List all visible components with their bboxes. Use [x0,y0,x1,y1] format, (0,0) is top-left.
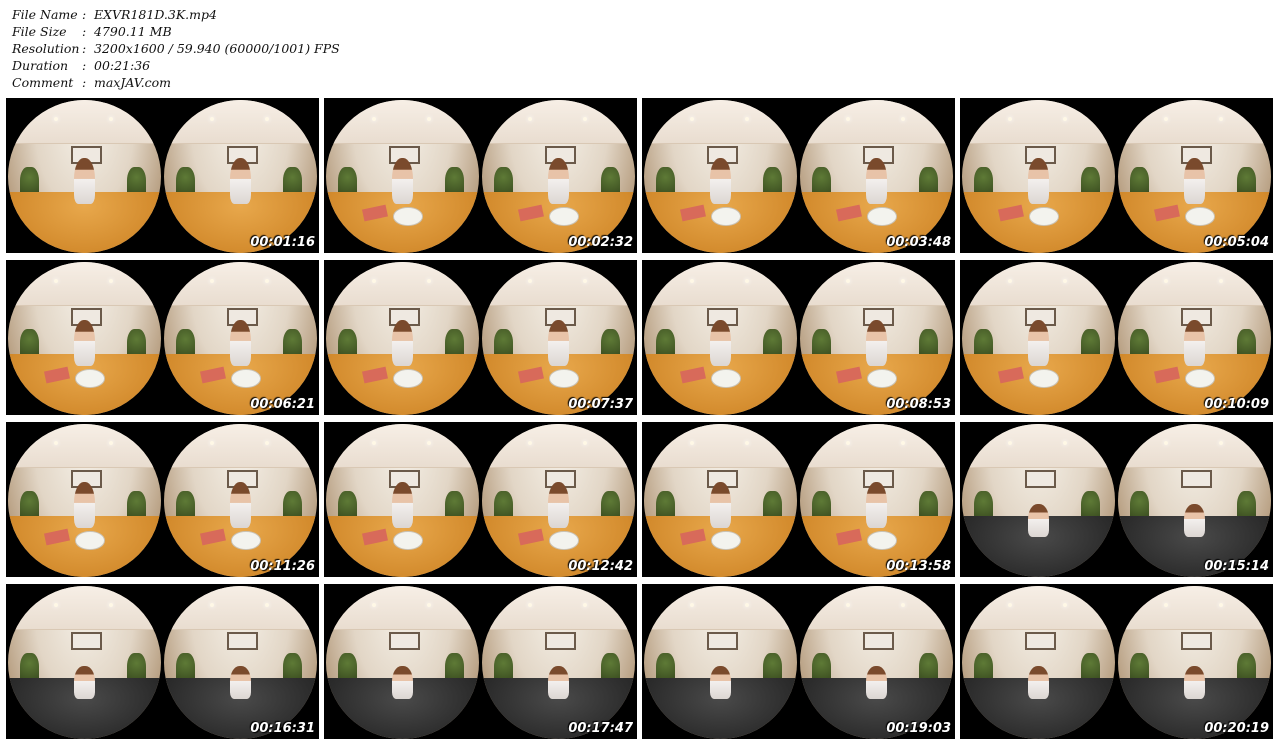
video-thumbnail[interactable]: 00:13:58 [642,422,955,577]
right-eye-view [800,100,953,253]
left-eye-view [8,262,161,415]
left-eye-view [8,100,161,253]
right-eye-view [482,262,635,415]
thumbnail-grid: 00:01:16 00:02:32 00:03:48 00:05:04 00:06:21… [6,98,1273,739]
left-eye-view [326,586,479,739]
timestamp-label: 00:03:48 [886,235,951,250]
timestamp-label: 00:13:58 [886,559,951,574]
comment-label: Comment [12,75,74,90]
comment-value: maxJAV.com [94,75,171,90]
video-thumbnail[interactable]: 00:01:16 [6,98,319,253]
video-thumbnail[interactable]: 00:16:31 [6,584,319,739]
right-eye-view [1118,424,1271,577]
timestamp-label: 00:17:47 [568,721,633,736]
video-thumbnail[interactable]: 00:07:37 [324,260,637,415]
timestamp-label: 00:01:16 [250,235,315,250]
separator: : [82,7,87,22]
video-thumbnail[interactable]: 00:02:32 [324,98,637,253]
timestamp-label: 00:15:14 [1204,559,1269,574]
timestamp-label: 00:19:03 [886,721,951,736]
separator: : [82,24,87,39]
timestamp-label: 00:05:04 [1204,235,1269,250]
left-eye-view [326,262,479,415]
video-thumbnail[interactable]: 00:05:04 [960,98,1273,253]
left-eye-view [8,424,161,577]
timestamp-label: 00:20:19 [1204,721,1269,736]
video-thumbnail[interactable]: 00:08:53 [642,260,955,415]
duration-label: Duration [12,58,69,73]
resolution-label: Resolution [12,41,80,56]
video-thumbnail[interactable]: 00:10:09 [960,260,1273,415]
resolution-row: Resolution : 3200x1600 / 59.940 (60000/1… [12,40,340,57]
right-eye-view [1118,586,1271,739]
left-eye-view [962,100,1115,253]
right-eye-view [800,262,953,415]
left-eye-view [326,100,479,253]
left-eye-view [962,424,1115,577]
separator: : [82,58,87,73]
timestamp-label: 00:12:42 [568,559,633,574]
file-info: File Name : EXVR181D.3K.mp4 File Size : … [12,6,340,91]
timestamp-label: 00:10:09 [1204,397,1269,412]
right-eye-view [164,424,317,577]
left-eye-view [644,262,797,415]
file-name-value: EXVR181D.3K.mp4 [94,7,217,22]
video-thumbnail[interactable]: 00:17:47 [324,584,637,739]
timestamp-label: 00:11:26 [250,559,315,574]
file-name-label: File Name [12,7,78,22]
right-eye-view [800,586,953,739]
file-name-row: File Name : EXVR181D.3K.mp4 [12,6,340,23]
right-eye-view [482,424,635,577]
left-eye-view [644,100,797,253]
right-eye-view [164,262,317,415]
video-thumbnail[interactable]: 00:06:21 [6,260,319,415]
left-eye-view [962,586,1115,739]
file-size-label: File Size [12,24,67,39]
left-eye-view [644,586,797,739]
video-thumbnail[interactable]: 00:11:26 [6,422,319,577]
left-eye-view [8,586,161,739]
right-eye-view [482,586,635,739]
right-eye-view [800,424,953,577]
left-eye-view [644,424,797,577]
left-eye-view [962,262,1115,415]
comment-row: Comment : maxJAV.com [12,74,340,91]
right-eye-view [164,586,317,739]
timestamp-label: 00:06:21 [250,397,315,412]
video-thumbnail[interactable]: 00:15:14 [960,422,1273,577]
timestamp-label: 00:02:32 [568,235,633,250]
duration-value: 00:21:36 [94,58,151,73]
resolution-value: 3200x1600 / 59.940 (60000/1001) FPS [94,41,340,56]
video-thumbnail[interactable]: 00:03:48 [642,98,955,253]
right-eye-view [482,100,635,253]
separator: : [82,41,87,56]
left-eye-view [326,424,479,577]
separator: : [82,75,87,90]
timestamp-label: 00:08:53 [886,397,951,412]
duration-row: Duration : 00:21:36 [12,57,340,74]
right-eye-view [1118,100,1271,253]
right-eye-view [1118,262,1271,415]
file-size-row: File Size : 4790.11 MB [12,23,340,40]
timestamp-label: 00:07:37 [568,397,633,412]
file-size-value: 4790.11 MB [94,24,172,39]
right-eye-view [164,100,317,253]
video-thumbnail[interactable]: 00:12:42 [324,422,637,577]
video-thumbnail[interactable]: 00:19:03 [642,584,955,739]
timestamp-label: 00:16:31 [250,721,315,736]
video-thumbnail[interactable]: 00:20:19 [960,584,1273,739]
